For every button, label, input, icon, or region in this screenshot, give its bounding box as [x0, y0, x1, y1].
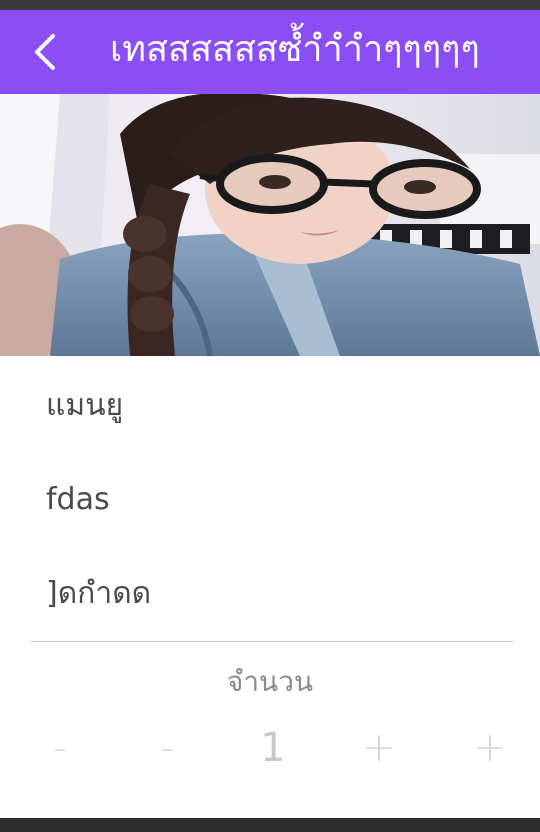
back-button[interactable] [0, 10, 90, 94]
decrease-fast-button[interactable]: - [30, 718, 90, 778]
decrease-button[interactable]: - [137, 718, 197, 778]
increase-fast-button[interactable]: + [460, 718, 520, 778]
chevron-left-icon [35, 34, 55, 70]
quantity-label: จำนวน [226, 665, 314, 698]
navigation-bar [0, 818, 540, 832]
app-bar: เทสสสสสสซ้ำำำำๆๆๆๆๆ [0, 10, 540, 94]
product-name: แมนยู [46, 388, 124, 423]
page-title: เทสสสสสสซ้ำำำำๆๆๆๆๆ [110, 29, 480, 70]
increase-button[interactable]: + [349, 718, 409, 778]
divider [30, 641, 514, 642]
product-note: ]ดกำดด [46, 576, 152, 611]
product-image [0, 94, 540, 356]
quantity-value: 1 [260, 725, 286, 771]
status-bar [0, 0, 540, 10]
product-detail: fdas [46, 482, 110, 517]
